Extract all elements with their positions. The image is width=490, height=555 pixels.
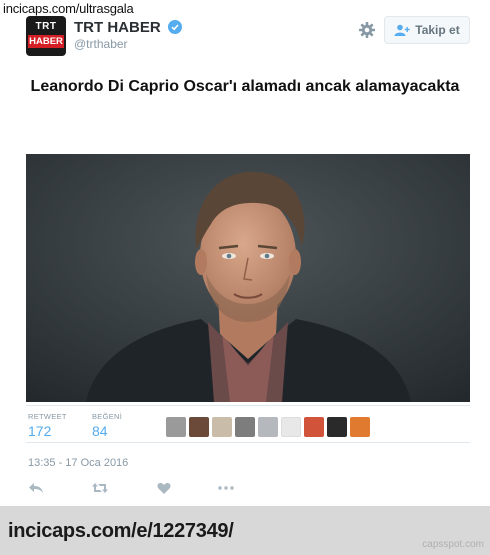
liker-avatar[interactable] xyxy=(166,417,186,437)
tweet-actions xyxy=(26,478,286,498)
liker-avatar[interactable] xyxy=(350,417,370,437)
account-handle[interactable]: @trthaber xyxy=(74,37,128,51)
like-count: 84 xyxy=(92,423,108,439)
follow-button[interactable]: Takip et xyxy=(384,16,470,44)
liker-avatar[interactable] xyxy=(189,417,209,437)
tweet-stats: RETWEET 172 BEĞENİ 84 xyxy=(26,405,470,443)
tweet-photo[interactable] xyxy=(26,154,470,402)
liker-avatar[interactable] xyxy=(258,417,278,437)
liker-avatar[interactable] xyxy=(212,417,232,437)
tweet-timestamp[interactable]: 13:35 - 17 Oca 2016 xyxy=(28,457,128,469)
liker-avatar[interactable] xyxy=(327,417,347,437)
logo-line2: HABER xyxy=(28,35,64,48)
more-icon[interactable] xyxy=(216,478,236,498)
gear-icon[interactable] xyxy=(358,21,376,39)
retweet-icon[interactable] xyxy=(90,478,110,498)
verified-badge-icon xyxy=(167,20,182,34)
reply-icon[interactable] xyxy=(26,478,46,498)
retweet-stat[interactable]: RETWEET 172 xyxy=(28,412,67,439)
like-icon[interactable] xyxy=(154,478,174,498)
tweet-text: Leanordo Di Caprio Oscar'ı alamadı ancak… xyxy=(30,78,460,95)
add-user-icon xyxy=(394,24,410,36)
retweet-label: RETWEET xyxy=(28,412,67,421)
footer-banner: incicaps.com/e/1227349/ capsspot.com xyxy=(0,506,490,555)
follow-button-label: Takip et xyxy=(415,23,460,37)
logo-line1: TRT xyxy=(35,21,57,32)
like-label: BEĞENİ xyxy=(92,412,123,421)
tweet-header: TRT HABER TRT HABER @trthaber Takip et xyxy=(26,14,470,56)
retweet-count: 172 xyxy=(28,423,52,439)
account-avatar[interactable]: TRT HABER xyxy=(26,16,66,56)
like-stat[interactable]: BEĞENİ 84 xyxy=(92,412,122,439)
account-name[interactable]: TRT HABER xyxy=(74,19,182,36)
liker-avatar[interactable] xyxy=(235,417,255,437)
footer-url: incicaps.com/e/1227349/ xyxy=(8,520,234,542)
footer-site: capsspot.com xyxy=(422,539,484,550)
account-name-text: TRT HABER xyxy=(74,19,161,36)
liker-avatars xyxy=(166,417,370,437)
liker-avatar[interactable] xyxy=(281,417,301,437)
liker-avatar[interactable] xyxy=(304,417,324,437)
